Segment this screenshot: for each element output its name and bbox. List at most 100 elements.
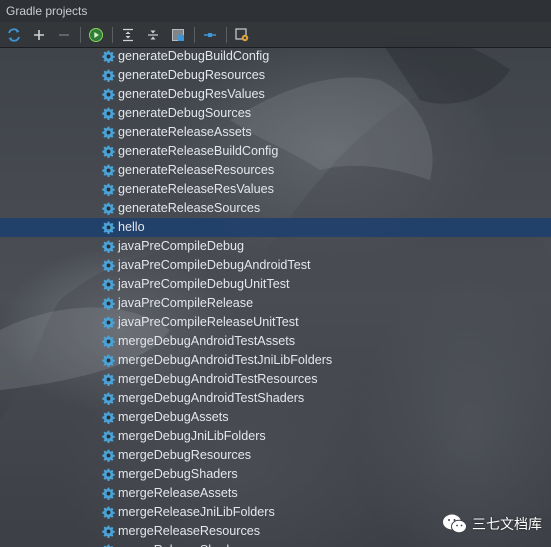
gear-icon: [102, 449, 115, 462]
task-label: generateReleaseSources: [118, 201, 261, 215]
tree-row-task[interactable]: mergeDebugAssets: [0, 408, 551, 427]
gear-icon: [102, 297, 115, 310]
tree-row-task[interactable]: mergeDebugAndroidTestShaders: [0, 389, 551, 408]
gear-icon: [102, 411, 115, 424]
toolbar-separator: [226, 26, 227, 43]
watermark-text: 三七文档库: [472, 516, 542, 532]
task-label: generateReleaseResValues: [118, 182, 274, 196]
tree-row-task[interactable]: generateDebugSources: [0, 104, 551, 123]
task-label: mergeDebugShaders: [118, 467, 238, 481]
task-label: javaPreCompileRelease: [118, 296, 254, 310]
tree-row-task[interactable]: javaPreCompileDebug: [0, 237, 551, 256]
task-label: javaPreCompileDebugUnitTest: [118, 277, 290, 291]
tree-row-task[interactable]: generateReleaseResValues: [0, 180, 551, 199]
refresh-button[interactable]: [3, 24, 25, 46]
task-label: generateReleaseResources: [118, 163, 275, 177]
collapse-all-button[interactable]: [142, 24, 164, 46]
gear-icon: [102, 50, 115, 63]
task-label: mergeReleaseResources: [118, 524, 261, 538]
task-label: mergeDebugAndroidTestAssets: [118, 334, 296, 348]
toggle-offline-button[interactable]: [167, 24, 189, 46]
execute-task-icon: [89, 27, 103, 42]
remove-icon: [59, 33, 69, 36]
gear-icon: [102, 316, 115, 329]
task-label: mergeDebugJniLibFolders: [118, 429, 266, 443]
task-label: mergeReleaseAssets: [118, 486, 238, 500]
tree-row-task[interactable]: mergeDebugJniLibFolders: [0, 427, 551, 446]
gear-icon: [102, 88, 115, 101]
gear-icon: [102, 259, 115, 272]
task-label: mergeDebugAndroidTestJniLibFolders: [118, 353, 333, 367]
gradle-toolbar: [0, 22, 551, 48]
tree-row-task[interactable]: mergeReleaseShaders: [0, 541, 551, 547]
task-label: javaPreCompileDebug: [118, 239, 245, 253]
gear-icon: [102, 278, 115, 291]
expand-all-icon: [123, 28, 133, 41]
gear-icon: [102, 373, 115, 386]
gear-icon: [102, 354, 115, 367]
tree-row-task[interactable]: generateReleaseAssets: [0, 123, 551, 142]
tree-row-task[interactable]: generateDebugBuildConfig: [0, 47, 551, 66]
task-label: generateReleaseBuildConfig: [118, 144, 279, 158]
show-dependencies-button[interactable]: [199, 24, 221, 46]
task-label: hello: [118, 220, 145, 234]
tree-row-task[interactable]: mergeReleaseAssets: [0, 484, 551, 503]
tree-row-task[interactable]: mergeDebugResources: [0, 446, 551, 465]
gear-icon: [102, 202, 115, 215]
gear-icon: [102, 69, 115, 82]
tree-row-task[interactable]: javaPreCompileDebugAndroidTest: [0, 256, 551, 275]
settings-button[interactable]: [231, 24, 253, 46]
tree-row-task[interactable]: generateReleaseResources: [0, 161, 551, 180]
gear-icon: [102, 126, 115, 139]
tree-row-task[interactable]: mergeDebugAndroidTestAssets: [0, 332, 551, 351]
tree-row-task[interactable]: generateDebugResources: [0, 66, 551, 85]
gear-icon: [102, 487, 115, 500]
collapse-all-icon: [148, 30, 158, 39]
toolbar-separator: [112, 26, 113, 43]
task-label: generateDebugResources: [118, 68, 266, 82]
gear-icon: [102, 221, 115, 234]
gear-icon: [102, 525, 115, 538]
task-label: mergeDebugAndroidTestResources: [118, 372, 318, 386]
task-label: generateDebugBuildConfig: [118, 49, 270, 63]
tree-row-task[interactable]: javaPreCompileRelease: [0, 294, 551, 313]
task-label: mergeDebugAndroidTestShaders: [118, 391, 305, 405]
gear-icon: [102, 506, 115, 519]
task-label: generateDebugSources: [118, 106, 252, 120]
watermark: 三七文档库: [442, 512, 542, 536]
add-icon: [34, 29, 44, 40]
tree-row-task[interactable]: mergeDebugAndroidTestJniLibFolders: [0, 351, 551, 370]
task-label: mergeReleaseJniLibFolders: [118, 505, 275, 519]
gradle-task-tree: generateDebugBuildConfig generateDebugRes…: [0, 47, 551, 547]
gear-icon: [102, 240, 115, 253]
gear-icon: [102, 164, 115, 177]
tree-row-task[interactable]: mergeDebugAndroidTestResources: [0, 370, 551, 389]
panel-title: Gradle projects: [0, 0, 551, 22]
gear-icon: [102, 107, 115, 120]
tree-row-task[interactable]: javaPreCompileReleaseUnitTest: [0, 313, 551, 332]
task-label: mergeDebugResources: [118, 448, 252, 462]
tree-row-task[interactable]: generateReleaseBuildConfig: [0, 142, 551, 161]
toolbar-separator: [80, 26, 81, 43]
task-label: mergeDebugAssets: [118, 410, 229, 424]
tree-row-task[interactable]: generateDebugResValues: [0, 85, 551, 104]
task-label: generateReleaseAssets: [118, 125, 252, 139]
gradle-projects-panel: Gradle projects generateDebugBuildConfig…: [0, 0, 551, 547]
add-button[interactable]: [28, 24, 50, 46]
settings-icon: [235, 27, 249, 41]
remove-button[interactable]: [53, 24, 75, 46]
gear-icon: [102, 183, 115, 196]
task-label: javaPreCompileReleaseUnitTest: [118, 315, 299, 329]
show-dependencies-icon: [204, 32, 216, 37]
gear-icon: [102, 430, 115, 443]
tree-row-task[interactable]: generateReleaseSources: [0, 199, 551, 218]
tree-row-task[interactable]: hello: [0, 218, 551, 237]
gear-icon: [102, 392, 115, 405]
tree-row-task[interactable]: mergeDebugShaders: [0, 465, 551, 484]
task-label: generateDebugResValues: [118, 87, 265, 101]
wechat-icon: [443, 514, 467, 534]
tree-row-task[interactable]: javaPreCompileDebugUnitTest: [0, 275, 551, 294]
toggle-offline-icon: [172, 28, 184, 41]
execute-task-button[interactable]: [85, 24, 107, 46]
expand-all-button[interactable]: [117, 24, 139, 46]
